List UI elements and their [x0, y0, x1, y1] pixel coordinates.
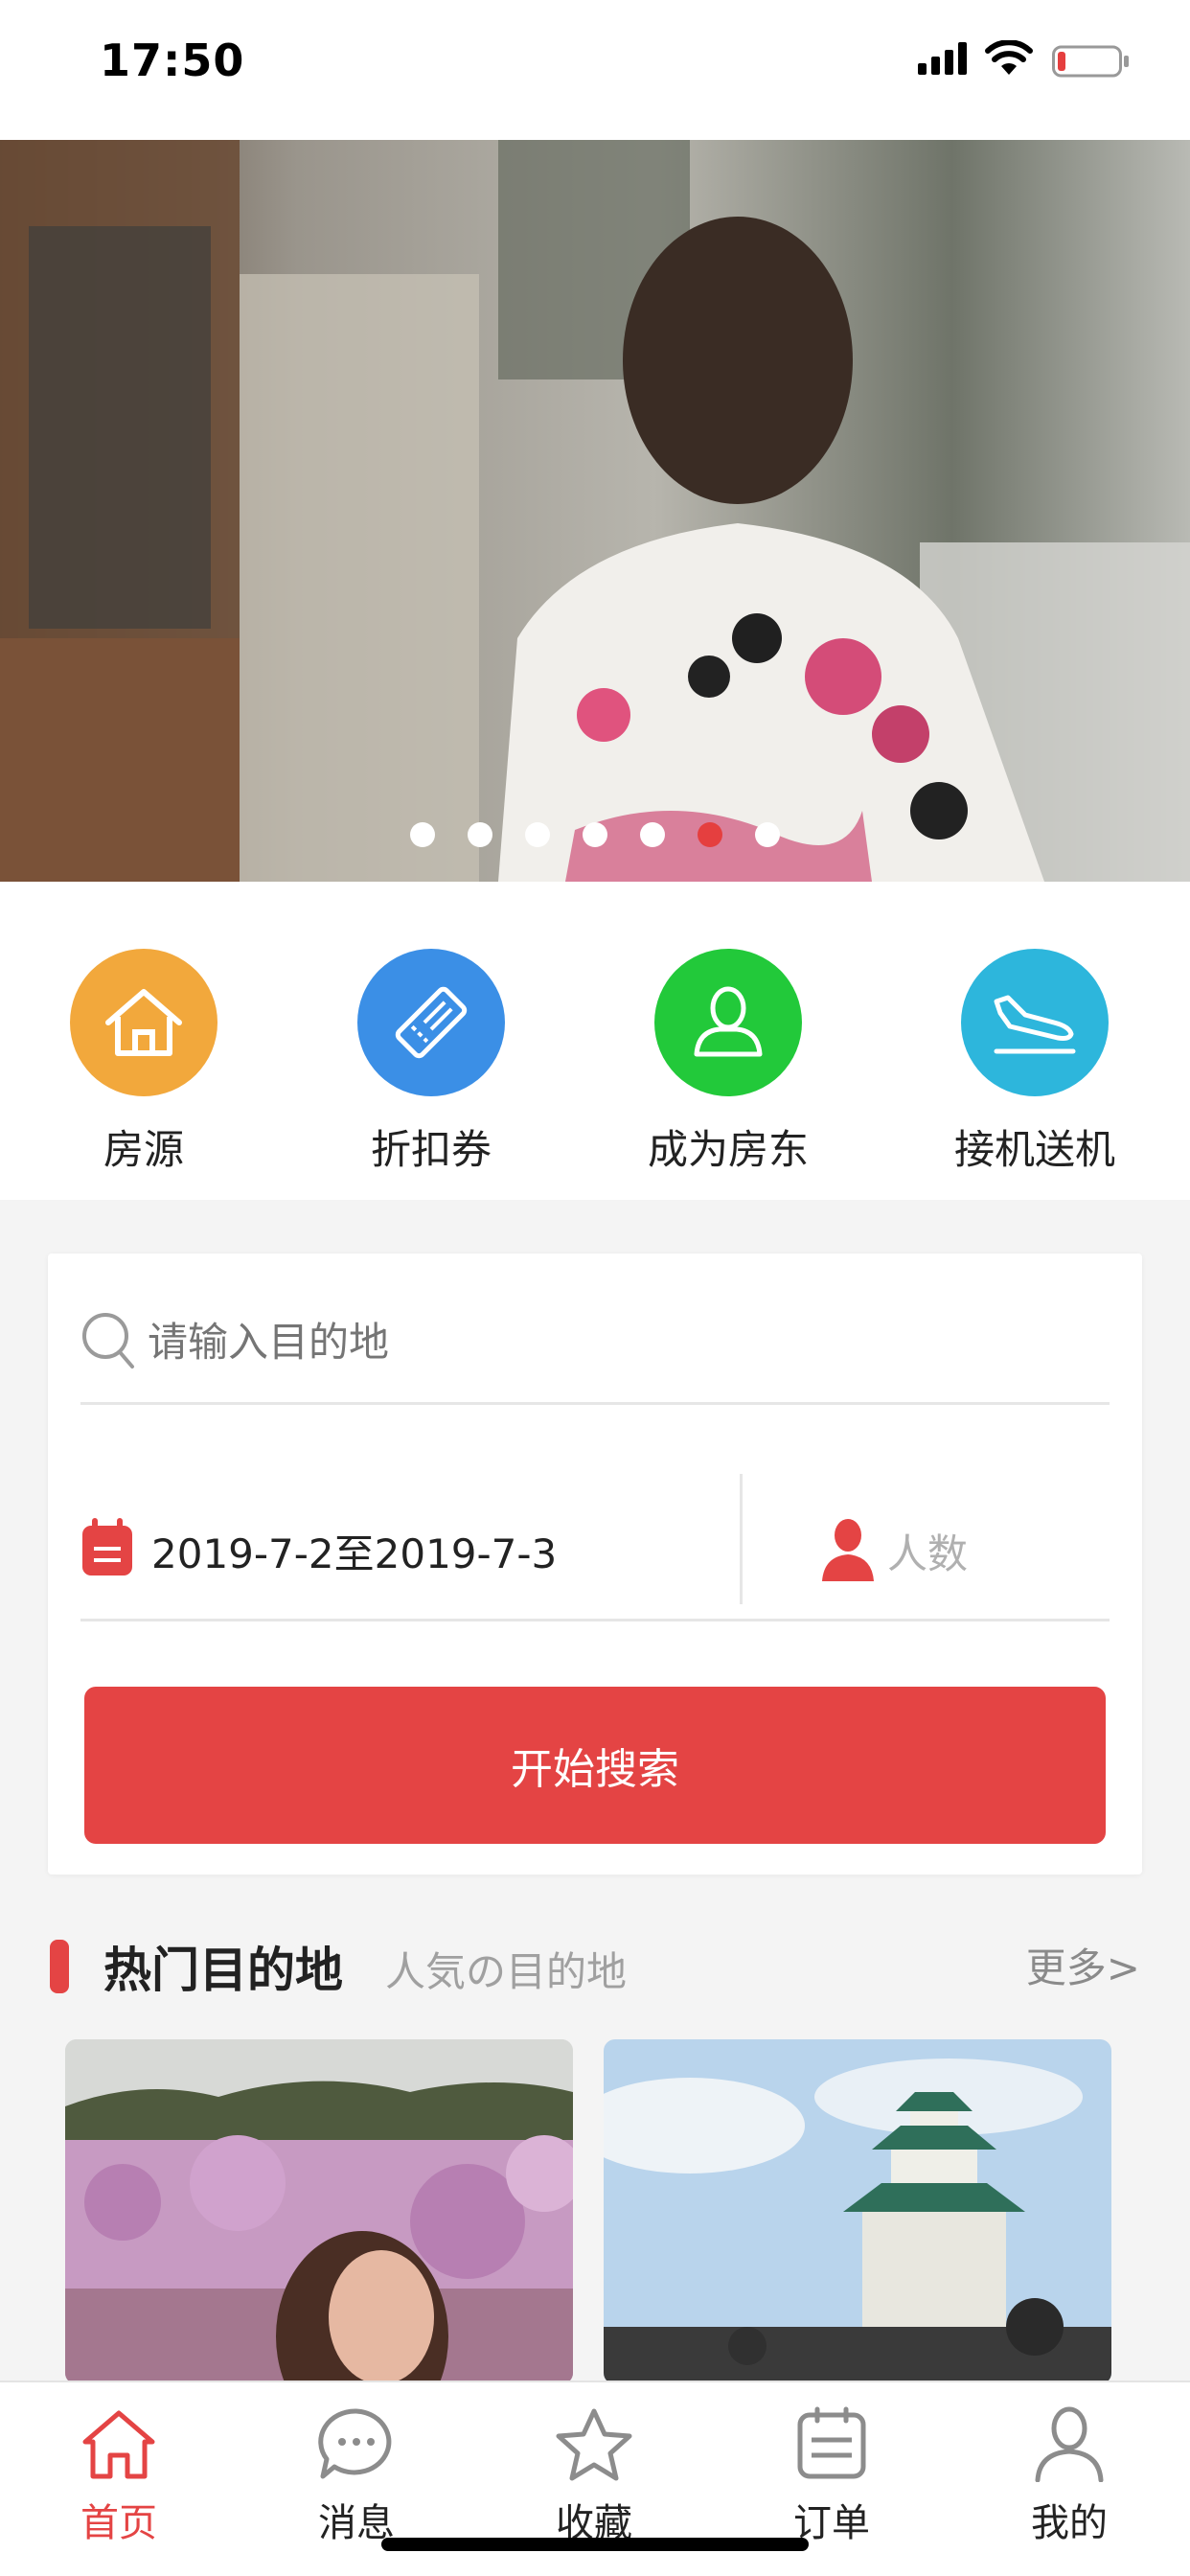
- destination-image: [65, 2039, 573, 2384]
- quick-entry-label: 折扣券: [370, 1126, 492, 1173]
- tab-home[interactable]: 首页: [42, 2405, 195, 2547]
- destination-input[interactable]: [148, 1319, 1010, 1366]
- destination-cards: [0, 2039, 1190, 2384]
- section-title: 热门目的地: [103, 1943, 343, 1998]
- quick-entry-label: 房源: [103, 1126, 184, 1173]
- destination-image: [604, 2039, 1111, 2384]
- status-time: 17:50: [100, 34, 245, 86]
- tab-orders[interactable]: 订单: [755, 2405, 908, 2547]
- quick-entry-label: 成为房东: [647, 1126, 809, 1173]
- star-icon: [556, 2408, 632, 2481]
- house-icon: [70, 949, 217, 1096]
- carousel-dot[interactable]: [640, 822, 665, 847]
- search-icon: [82, 1313, 134, 1368]
- battery-icon: [1052, 45, 1129, 78]
- start-search-button[interactable]: 开始搜索: [84, 1687, 1106, 1844]
- destination-card[interactable]: [604, 2039, 1111, 2384]
- person-icon: [822, 1519, 874, 1581]
- guest-count-field[interactable]: 人数: [887, 1522, 968, 1580]
- home-indicator[interactable]: [381, 2538, 809, 2551]
- carousel-dot[interactable]: [468, 822, 492, 847]
- tab-label: 我的: [1031, 2501, 1108, 2545]
- quick-entry-label: 接机送机: [953, 1126, 1115, 1173]
- calendar-icon: [82, 1518, 132, 1576]
- field-divider: [740, 1474, 743, 1604]
- quick-entry-become-host[interactable]: 成为房东: [623, 949, 834, 1179]
- carousel-dot[interactable]: [525, 822, 550, 847]
- tab-messages[interactable]: 消息: [280, 2405, 433, 2547]
- destination-card[interactable]: [65, 2039, 573, 2384]
- carousel-dot[interactable]: [410, 822, 435, 847]
- order-icon: [797, 2406, 866, 2479]
- carousel-indicator: [0, 822, 1190, 851]
- quick-entry-airport-transfer[interactable]: 接机送机: [929, 949, 1140, 1179]
- person-icon: [654, 949, 802, 1096]
- search-card: 2019-7-2至2019-7-3 人数 开始搜索: [48, 1254, 1142, 1874]
- ticket-icon: [357, 949, 505, 1096]
- date-range-field[interactable]: 2019-7-2至2019-7-3: [151, 1522, 557, 1580]
- message-icon: [318, 2408, 392, 2479]
- carousel-dot-active[interactable]: [698, 822, 722, 847]
- tab-favorites[interactable]: 收藏: [517, 2405, 671, 2547]
- banner-image: [0, 140, 1190, 882]
- status-bar: 17:50: [0, 0, 1190, 140]
- date-guest-row: 2019-7-2至2019-7-3 人数: [80, 1474, 1110, 1622]
- carousel-dot[interactable]: [583, 822, 607, 847]
- tab-profile[interactable]: 我的: [993, 2405, 1146, 2547]
- section-accent-bar: [50, 1940, 69, 1993]
- destination-row[interactable]: [80, 1292, 1110, 1405]
- hot-destinations-header: 热门目的地 人気の目的地 更多>: [0, 1917, 1190, 2012]
- quick-entry-listings[interactable]: 房源: [38, 949, 249, 1179]
- quick-entry-coupons[interactable]: 折扣券: [326, 949, 537, 1179]
- cellular-signal-icon: [918, 42, 967, 75]
- wifi-icon: [985, 40, 1033, 75]
- home-icon: [82, 2410, 155, 2479]
- carousel-dot[interactable]: [755, 822, 780, 847]
- airplane-landing-icon: [961, 949, 1109, 1096]
- section-subtitle: 人気の目的地: [385, 1948, 628, 1995]
- tab-label: 首页: [80, 2501, 157, 2545]
- banner-carousel[interactable]: [0, 140, 1190, 882]
- profile-icon: [1035, 2406, 1104, 2482]
- more-link[interactable]: 更多>: [1026, 1936, 1140, 1994]
- quick-entries: 房源 折扣券 成为房东 接机送机: [0, 882, 1190, 1200]
